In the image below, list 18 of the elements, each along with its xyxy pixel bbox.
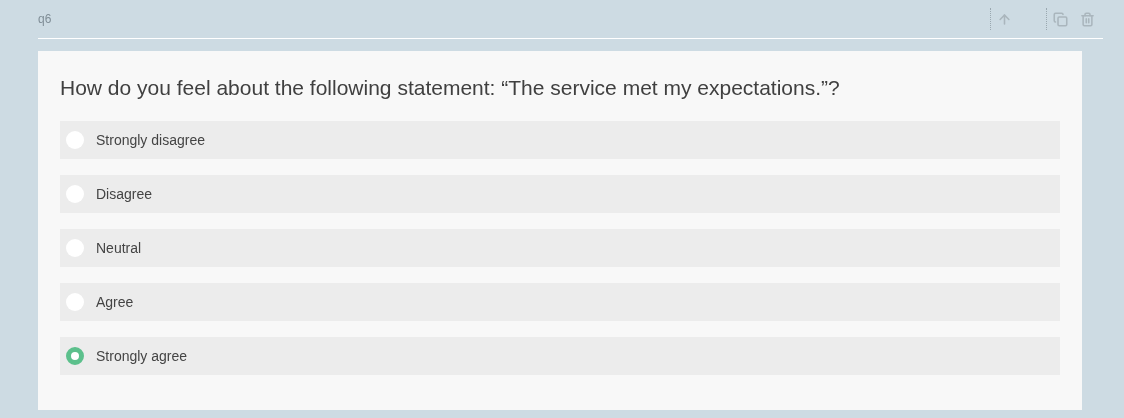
- move-up-button[interactable]: [997, 11, 1012, 27]
- delete-button[interactable]: [1080, 11, 1095, 27]
- option-label: Neutral: [96, 238, 142, 258]
- option-label: Strongly agree: [96, 346, 188, 366]
- option-label: Agree: [96, 292, 134, 312]
- option-label: Strongly disagree: [96, 130, 205, 150]
- option-label: Disagree: [96, 184, 153, 204]
- copy-icon: [1053, 11, 1068, 27]
- trash-icon: [1080, 11, 1095, 27]
- answer-option[interactable]: Strongly disagree: [60, 121, 1060, 159]
- answer-option[interactable]: Disagree: [60, 175, 1060, 213]
- answer-option[interactable]: Agree: [60, 283, 1060, 321]
- answer-option[interactable]: Neutral: [60, 229, 1060, 267]
- answer-option[interactable]: Strongly agree: [60, 337, 1060, 375]
- question-id: q6: [38, 11, 52, 28]
- duplicate-button[interactable]: [1053, 11, 1068, 27]
- question-text: How do you feel about the following statement: “The service met my expectations.”?: [60, 75, 841, 101]
- radio-button[interactable]: [66, 347, 84, 365]
